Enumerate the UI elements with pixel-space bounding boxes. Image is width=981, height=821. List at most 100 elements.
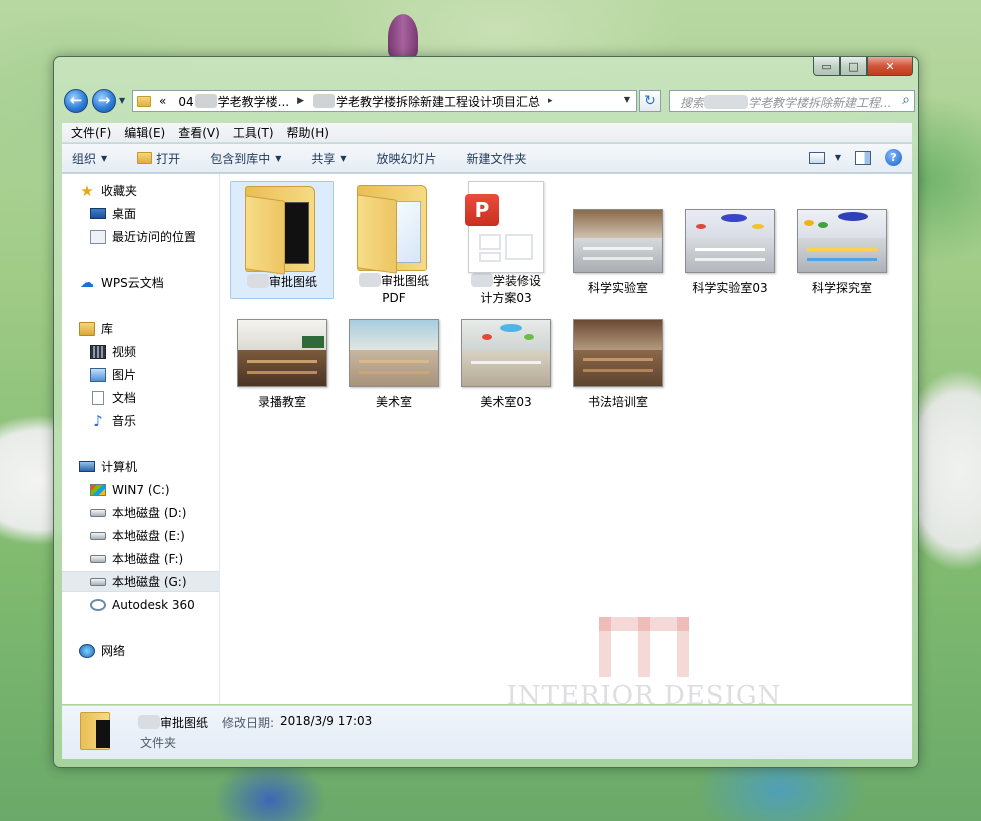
slideshow-button[interactable]: 放映幻灯片: [377, 150, 437, 167]
explorer-window: ▭ □ ✕ ← → ▼ « 04 学老教学楼... ▶ 学老教学楼拆除新建工程设计…: [53, 56, 919, 768]
forward-button[interactable]: →: [92, 89, 116, 113]
folder-icon: [239, 182, 325, 275]
nav-desktop[interactable]: 桌面: [62, 203, 219, 224]
include-in-library-button[interactable]: 包含到库中 ▼: [210, 150, 281, 167]
details-modified-label: 修改日期:: [222, 716, 275, 730]
file-item[interactable]: P 学装修设 计方案03: [454, 181, 558, 307]
nav-wps-cloud[interactable]: ☁ WPS云文档: [62, 272, 219, 293]
share-button[interactable]: 共享 ▼: [311, 150, 346, 167]
image-thumbnail: [573, 319, 663, 387]
file-item[interactable]: 科学实验室: [566, 209, 670, 297]
hard-drive-icon: [90, 531, 106, 540]
menu-bar: 文件(F) 编辑(E) 查看(V) 工具(T) 帮助(H): [62, 123, 912, 143]
file-item[interactable]: 美术室03: [454, 319, 558, 411]
wallpaper-plant-decoration: [388, 14, 418, 60]
desktop-icon: [90, 208, 106, 219]
recent-pages-dropdown[interactable]: ▼: [119, 96, 125, 105]
network-icon: [79, 643, 95, 658]
nav-drive-e[interactable]: 本地磁盘 (E:): [62, 525, 219, 546]
system-drive-icon: [90, 483, 106, 496]
close-icon: ✕: [885, 59, 895, 73]
file-item[interactable]: 审批图纸: [230, 181, 334, 299]
file-item[interactable]: 录播教室: [230, 319, 334, 411]
redacted-mask: [358, 273, 381, 287]
nav-libraries[interactable]: 库: [62, 318, 219, 339]
file-item[interactable]: 书法培训室: [566, 319, 670, 411]
breadcrumb-item-current[interactable]: 学老教学楼拆除新建工程设计项目汇总: [312, 93, 540, 110]
nav-label: 本地磁盘 (E:): [112, 529, 185, 543]
image-thumbnail: [573, 209, 663, 273]
nav-label: 最近访问的位置: [112, 230, 197, 244]
menu-file[interactable]: 文件(F): [71, 124, 111, 141]
nav-pictures[interactable]: 图片: [62, 364, 219, 385]
open-label: 打开: [156, 151, 181, 166]
file-item[interactable]: 审批图纸 PDF: [342, 181, 446, 307]
minimize-icon: ▭: [821, 59, 832, 73]
address-overflow-chevron[interactable]: «: [159, 94, 166, 108]
nav-music[interactable]: ♪ 音乐: [62, 410, 219, 431]
menu-view[interactable]: 查看(V): [178, 124, 220, 141]
nav-favorites[interactable]: ★ 收藏夹: [62, 180, 219, 201]
file-label: 学装修设 计方案03: [454, 273, 558, 307]
nav-drive-d[interactable]: 本地磁盘 (D:): [62, 502, 219, 523]
video-icon: [90, 344, 106, 359]
breadcrumb-text-a: 04: [178, 94, 194, 109]
redacted-mask: [246, 274, 269, 288]
organize-button[interactable]: 组织 ▼: [72, 150, 107, 167]
nav-autodesk-360[interactable]: Autodesk 360: [62, 594, 219, 615]
new-folder-button[interactable]: 新建文件夹: [467, 150, 527, 167]
close-button[interactable]: ✕: [867, 57, 913, 76]
breadcrumb-item[interactable]: 04 学老教学楼...: [178, 93, 289, 110]
file-item[interactable]: 科学实验室03: [678, 209, 782, 297]
preview-pane-button[interactable]: [855, 150, 871, 165]
file-item[interactable]: 科学探究室: [790, 209, 894, 297]
nav-network[interactable]: 网络: [62, 640, 219, 661]
menu-edit[interactable]: 编辑(E): [124, 124, 165, 141]
nav-computer[interactable]: 计算机: [62, 456, 219, 477]
chevron-down-icon: ▼: [623, 95, 630, 104]
menu-tools[interactable]: 工具(T): [233, 124, 274, 141]
autodesk-icon: [90, 598, 106, 611]
breadcrumb-separator-icon[interactable]: ▶: [297, 96, 304, 106]
search-placeholder: 搜索: [680, 96, 705, 110]
address-history-dropdown[interactable]: ▼: [624, 95, 630, 104]
caption-buttons: ▭ □ ✕: [813, 57, 913, 77]
view-icon: [808, 151, 825, 164]
file-item[interactable]: 美术室: [342, 319, 446, 411]
search-icon[interactable]: ⌕: [902, 92, 910, 108]
share-label: 共享: [311, 151, 336, 166]
nav-label: 图片: [112, 368, 137, 382]
search-input[interactable]: 搜索 学老教学楼拆除新建工程... ⌕: [669, 90, 915, 112]
nav-label: 本地磁盘 (D:): [112, 506, 187, 520]
redacted-mask: [470, 273, 493, 287]
file-label: 科学实验室: [587, 281, 648, 295]
back-arrow-icon: ←: [69, 91, 83, 109]
library-icon: [79, 321, 95, 336]
refresh-button[interactable]: ↻: [639, 90, 661, 112]
change-view-button[interactable]: ▼: [808, 151, 841, 164]
nav-label: 库: [101, 322, 114, 336]
back-button[interactable]: ←: [64, 89, 88, 113]
cloud-icon: ☁: [80, 274, 94, 291]
star-icon: ★: [80, 181, 94, 200]
help-icon[interactable]: ?: [885, 149, 902, 166]
file-label: 科学探究室: [811, 281, 872, 295]
open-button[interactable]: 打开: [137, 150, 180, 167]
nav-drive-f[interactable]: 本地磁盘 (F:): [62, 548, 219, 569]
folder-icon: [137, 152, 153, 164]
nav-documents[interactable]: 文档: [62, 387, 219, 408]
maximize-button[interactable]: □: [840, 57, 867, 76]
file-label: 书法培训室: [587, 395, 648, 409]
nav-recent-places[interactable]: 最近访问的位置: [62, 226, 219, 247]
minimize-button[interactable]: ▭: [813, 57, 840, 76]
include-library-label: 包含到库中: [210, 151, 271, 166]
organize-label: 组织: [72, 151, 97, 166]
details-modified-value: 2018/3/9 17:03: [280, 714, 373, 728]
address-bar[interactable]: « 04 学老教学楼... ▶ 学老教学楼拆除新建工程设计项目汇总 ▸ ▼: [132, 90, 637, 112]
nav-drive-c[interactable]: WIN7 (C:): [62, 479, 219, 500]
menu-help[interactable]: 帮助(H): [287, 124, 329, 141]
nav-videos[interactable]: 视频: [62, 341, 219, 362]
nav-drive-g[interactable]: 本地磁盘 (G:): [62, 571, 219, 592]
nav-label: 本地磁盘 (F:): [112, 552, 184, 566]
breadcrumb-separator-icon[interactable]: ▸: [548, 96, 553, 106]
